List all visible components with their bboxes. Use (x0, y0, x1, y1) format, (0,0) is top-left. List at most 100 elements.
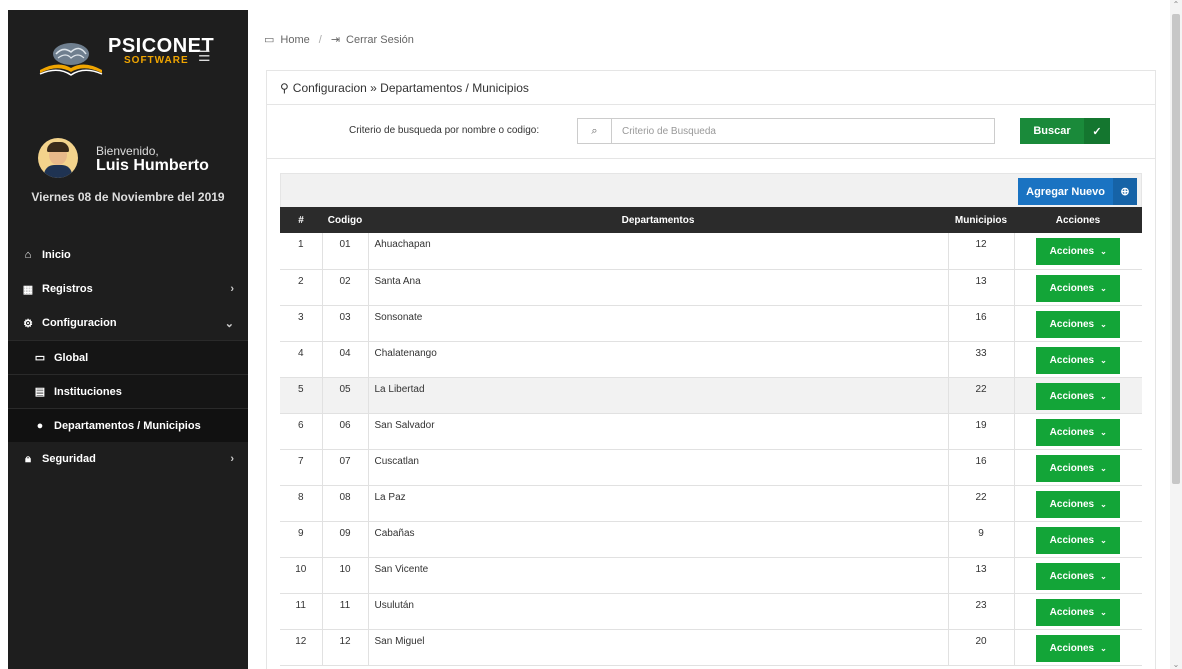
cell-code: 01 (321, 233, 368, 270)
breadcrumb-separator: / (318, 33, 322, 46)
sidebar-item-global[interactable]: ▭ Global (8, 340, 248, 374)
table-row: 9 09 Cabañas 9 Acciones ⌄ (280, 521, 1142, 558)
avatar (38, 138, 78, 178)
sidebar-item-departamentos[interactable]: ● Departamentos / Municipios (8, 408, 248, 442)
chevron-down-icon: ⌄ (1100, 463, 1107, 473)
sidebar-item-label: Global (54, 351, 89, 364)
chevron-down-icon: ⌄ (1100, 391, 1107, 401)
table-row: 5 05 La Libertad 22 Acciones ⌄ (280, 377, 1142, 414)
table-row: 6 06 San Salvador 19 Acciones ⌄ (280, 413, 1142, 450)
cell-number: 1 (280, 233, 322, 270)
actions-dropdown-button[interactable]: Acciones ⌄ (1036, 382, 1121, 410)
sidebar-item-inicio[interactable]: ⌂ Inicio (8, 238, 248, 272)
sidebar-item-seguridad[interactable]: 🔒︎ Seguridad › (8, 442, 248, 476)
add-new-button[interactable]: Agregar Nuevo ⊕ (1018, 178, 1137, 205)
scroll-down-icon[interactable]: ⌄ (1170, 660, 1182, 669)
search-button-label: Buscar (1033, 125, 1071, 137)
building-icon: ▤ (34, 386, 46, 398)
sidebar-item-instituciones[interactable]: ▤ Instituciones (8, 374, 248, 408)
actions-dropdown-button[interactable]: Acciones ⌄ (1036, 274, 1121, 302)
home-icon: ⌂ (24, 249, 32, 261)
col-header-number[interactable]: # (280, 207, 322, 233)
cell-actions: Acciones ⌄ (1013, 593, 1142, 630)
cell-department: La Libertad (367, 377, 948, 414)
cell-actions: Acciones ⌄ (1013, 449, 1142, 486)
table-row: 7 07 Cuscatlan 16 Acciones ⌄ (280, 449, 1142, 486)
cell-actions: Acciones ⌄ (1013, 233, 1142, 270)
scrollbar[interactable]: ⌃ ⌄ (1170, 0, 1182, 669)
table-row: 4 04 Chalatenango 33 Acciones ⌄ (280, 341, 1142, 378)
plus-circle-icon: ⊕ (1113, 178, 1137, 205)
sidebar-item-label: Departamentos / Municipios (54, 419, 201, 432)
logo-subtext: SOFTWARE (124, 55, 189, 66)
cell-code: 06 (321, 413, 368, 450)
actions-label: Acciones (1049, 282, 1095, 294)
cell-department: Cuscatlan (367, 449, 948, 486)
cell-municipalities: 23 (947, 593, 1014, 630)
actions-dropdown-button[interactable]: Acciones ⌄ (1036, 238, 1121, 265)
cell-number: 2 (280, 269, 322, 306)
actions-dropdown-button[interactable]: Acciones ⌄ (1036, 454, 1121, 482)
table-icon: ▦ (22, 283, 34, 296)
map-marker-icon: ● (36, 419, 44, 432)
departments-table: # Codigo Departamentos Municipios Accion… (280, 207, 1142, 666)
col-header-code[interactable]: Codigo (322, 207, 368, 233)
cell-number: 11 (280, 593, 322, 630)
cell-number: 4 (280, 341, 322, 378)
search-input[interactable] (612, 119, 994, 143)
col-header-actions[interactable]: Acciones (1014, 207, 1142, 233)
cell-municipalities: 22 (947, 377, 1014, 414)
cell-number: 3 (280, 305, 322, 342)
chevron-down-icon: ⌄ (1100, 571, 1107, 581)
actions-dropdown-button[interactable]: Acciones ⌄ (1036, 490, 1121, 518)
scroll-thumb[interactable] (1172, 14, 1180, 484)
cell-actions: Acciones ⌄ (1013, 521, 1142, 558)
actions-label: Acciones (1049, 498, 1095, 510)
actions-dropdown-button[interactable]: Acciones ⌄ (1036, 346, 1121, 374)
col-header-municipalities[interactable]: Municipios (948, 207, 1014, 233)
cell-number: 10 (280, 557, 322, 594)
search-label: Criterio de busqueda por nombre o codigo… (349, 125, 540, 136)
actions-dropdown-button[interactable]: Acciones ⌄ (1036, 418, 1121, 446)
monitor-icon: ▭ (34, 352, 46, 364)
actions-dropdown-button[interactable]: Acciones ⌄ (1036, 310, 1121, 338)
brain-logo-icon (39, 43, 103, 76)
actions-dropdown-button[interactable]: Acciones ⌄ (1036, 598, 1121, 626)
cell-code: 04 (321, 341, 368, 378)
cell-department: Cabañas (367, 521, 948, 558)
search-button[interactable]: Buscar ✓ (1020, 118, 1110, 144)
chevron-down-icon: ⌄ (1100, 283, 1107, 293)
actions-dropdown-button[interactable]: Acciones ⌄ (1036, 526, 1121, 554)
hamburger-menu-icon[interactable]: ☰ (198, 48, 211, 65)
cell-number: 5 (280, 377, 322, 414)
search-box: ⌕ (577, 118, 995, 144)
cell-number: 12 (280, 629, 322, 666)
check-icon: ✓ (1084, 118, 1110, 144)
logout-link[interactable]: Cerrar Sesión (346, 34, 414, 46)
cell-department: San Salvador (367, 413, 948, 450)
actions-label: Acciones (1049, 534, 1095, 546)
col-header-departments[interactable]: Departamentos (368, 207, 948, 233)
sidebar-item-configuracion[interactable]: ⚙ Configuracion ⌄ (8, 306, 248, 340)
actions-dropdown-button[interactable]: Acciones ⌄ (1036, 562, 1121, 590)
sidebar-item-registros[interactable]: ▦ Registros › (8, 272, 248, 306)
cell-number: 7 (280, 449, 322, 486)
sidebar-item-label: Instituciones (54, 385, 122, 398)
actions-label: Acciones (1049, 426, 1095, 438)
user-name: Luis Humberto (96, 157, 209, 174)
actions-label: Acciones (1049, 462, 1095, 474)
actions-dropdown-button[interactable]: Acciones ⌄ (1036, 634, 1121, 662)
cell-municipalities: 12 (947, 233, 1014, 270)
chevron-down-icon: ⌄ (1100, 427, 1107, 437)
cell-municipalities: 13 (947, 557, 1014, 594)
scroll-up-icon[interactable]: ⌃ (1170, 0, 1182, 9)
cell-code: 09 (321, 521, 368, 558)
cell-municipalities: 33 (947, 341, 1014, 378)
cell-number: 6 (280, 413, 322, 450)
cell-code: 02 (321, 269, 368, 306)
chevron-down-icon: ⌄ (1100, 535, 1107, 545)
chevron-down-icon: ⌄ (224, 317, 234, 330)
cell-department: Usulután (367, 593, 948, 630)
breadcrumb-home-link[interactable]: Home (280, 34, 309, 46)
sidebar-item-label: Configuracion (42, 317, 117, 329)
